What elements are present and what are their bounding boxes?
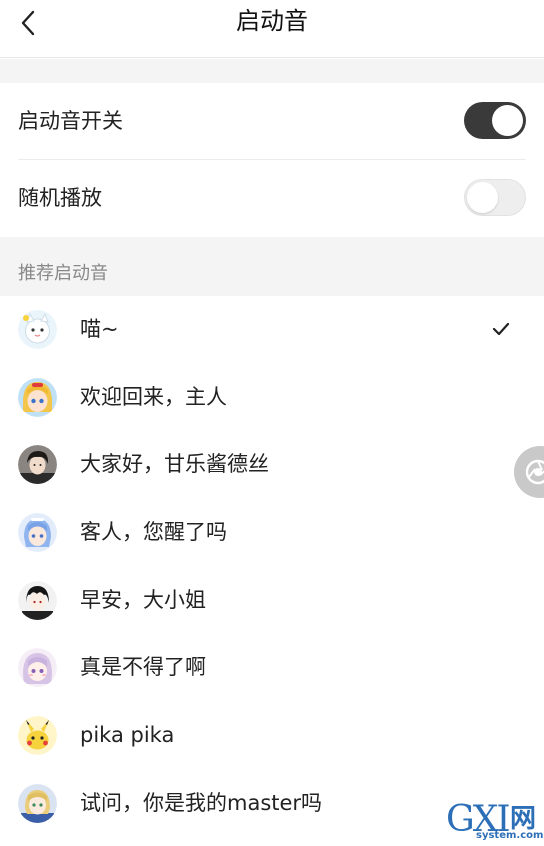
butler-avatar — [18, 580, 57, 620]
white-cat-avatar — [18, 310, 57, 349]
aperture-icon — [525, 459, 544, 485]
check-icon — [492, 322, 510, 336]
random-play-label: 随机播放 — [18, 186, 102, 210]
sound-label: pika pika — [80, 723, 175, 748]
blue-hair-maid-avatar — [18, 513, 57, 553]
random-play-row: 随机播放 — [0, 160, 544, 237]
top-bar: 启动音 — [0, 0, 544, 58]
section-gap — [0, 59, 544, 83]
list-item[interactable]: pika pika — [0, 702, 544, 770]
sound-label: 大家好，甘乐酱德丝 — [80, 452, 269, 477]
sound-label: 早安，大小姐 — [80, 587, 206, 612]
blonde-girl-avatar — [18, 377, 57, 417]
site-watermark: GXI 网 system.com — [446, 800, 544, 846]
random-play-toggle[interactable] — [464, 179, 526, 216]
list-item[interactable]: 客人，您醒了吗 — [0, 499, 544, 567]
lilac-hair-girl-avatar — [18, 648, 57, 688]
sound-label: 欢迎回来，主人 — [80, 384, 227, 409]
startup-sound-switch-label: 启动音开关 — [18, 109, 123, 133]
list-item[interactable]: 喵~ — [0, 296, 544, 364]
sound-label: 试问，你是我的master吗 — [80, 790, 323, 815]
toggle-knob — [467, 182, 498, 213]
section-title: 推荐启动音 — [18, 263, 108, 284]
saber-avatar — [18, 783, 57, 823]
sound-label: 喵~ — [80, 317, 119, 341]
list-item[interactable]: 欢迎回来，主人 — [0, 363, 544, 432]
list-item[interactable]: 大家好，甘乐酱德丝 — [0, 431, 544, 500]
toggle-knob — [492, 105, 523, 136]
startup-sound-toggle[interactable] — [464, 102, 526, 139]
startup-sound-switch-row: 启动音开关 — [0, 83, 544, 160]
dark-hair-guy-avatar — [18, 445, 57, 485]
pikachu-avatar — [18, 716, 57, 756]
page-title: 启动音 — [236, 7, 308, 35]
list-item[interactable]: 真是不得了啊 — [0, 634, 544, 703]
sound-label: 客人，您醒了吗 — [80, 520, 227, 545]
sound-list: 喵~ 欢迎回来，主人 大家好，甘乐酱德丝 客人，您醒了吗 早安，大小姐 真是不得… — [0, 296, 544, 838]
list-item[interactable]: 早安，大小姐 — [0, 566, 544, 635]
watermark-domain: system.com — [476, 830, 544, 841]
sound-label: 真是不得了啊 — [80, 655, 206, 680]
recommended-section-header: 推荐启动音 — [0, 237, 544, 296]
